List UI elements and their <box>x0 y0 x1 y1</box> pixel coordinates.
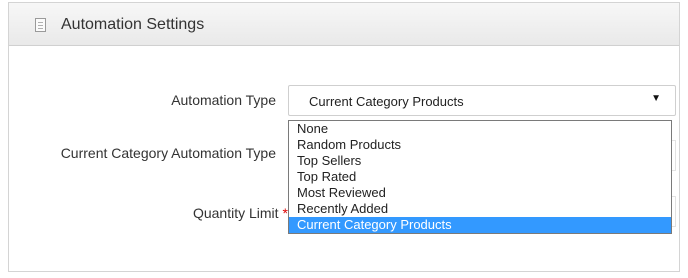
dropdown-option-current-category-products[interactable]: Current Category Products <box>289 217 671 233</box>
quantity-limit-label-text: Quantity Limit <box>192 205 279 221</box>
dropdown-option-top-rated[interactable]: Top Rated <box>289 169 671 185</box>
automation-type-select[interactable]: Current Category Products ▼ <box>288 85 676 116</box>
quantity-limit-label: Quantity Limit * <box>193 204 288 223</box>
dropdown-option-most-reviewed[interactable]: Most Reviewed <box>289 185 671 201</box>
panel-title: Automation Settings <box>61 16 205 33</box>
panel-header: Automation Settings <box>9 3 679 46</box>
chevron-down-icon[interactable]: ▼ <box>651 93 661 104</box>
dropdown-option-recently-added[interactable]: Recently Added <box>289 201 671 217</box>
automation-type-value: Current Category Products <box>309 94 464 109</box>
dropdown-option-top-sellers[interactable]: Top Sellers <box>289 153 671 169</box>
automation-type-label: Automation Type <box>171 92 276 108</box>
dropdown-option-none[interactable]: None <box>289 121 671 137</box>
category-automation-type-label: Current Category Automation Type <box>60 145 276 161</box>
automation-type-dropdown-list: None Random Products Top Sellers Top Rat… <box>288 120 672 234</box>
document-icon <box>35 18 46 32</box>
dropdown-option-random-products[interactable]: Random Products <box>289 137 671 153</box>
